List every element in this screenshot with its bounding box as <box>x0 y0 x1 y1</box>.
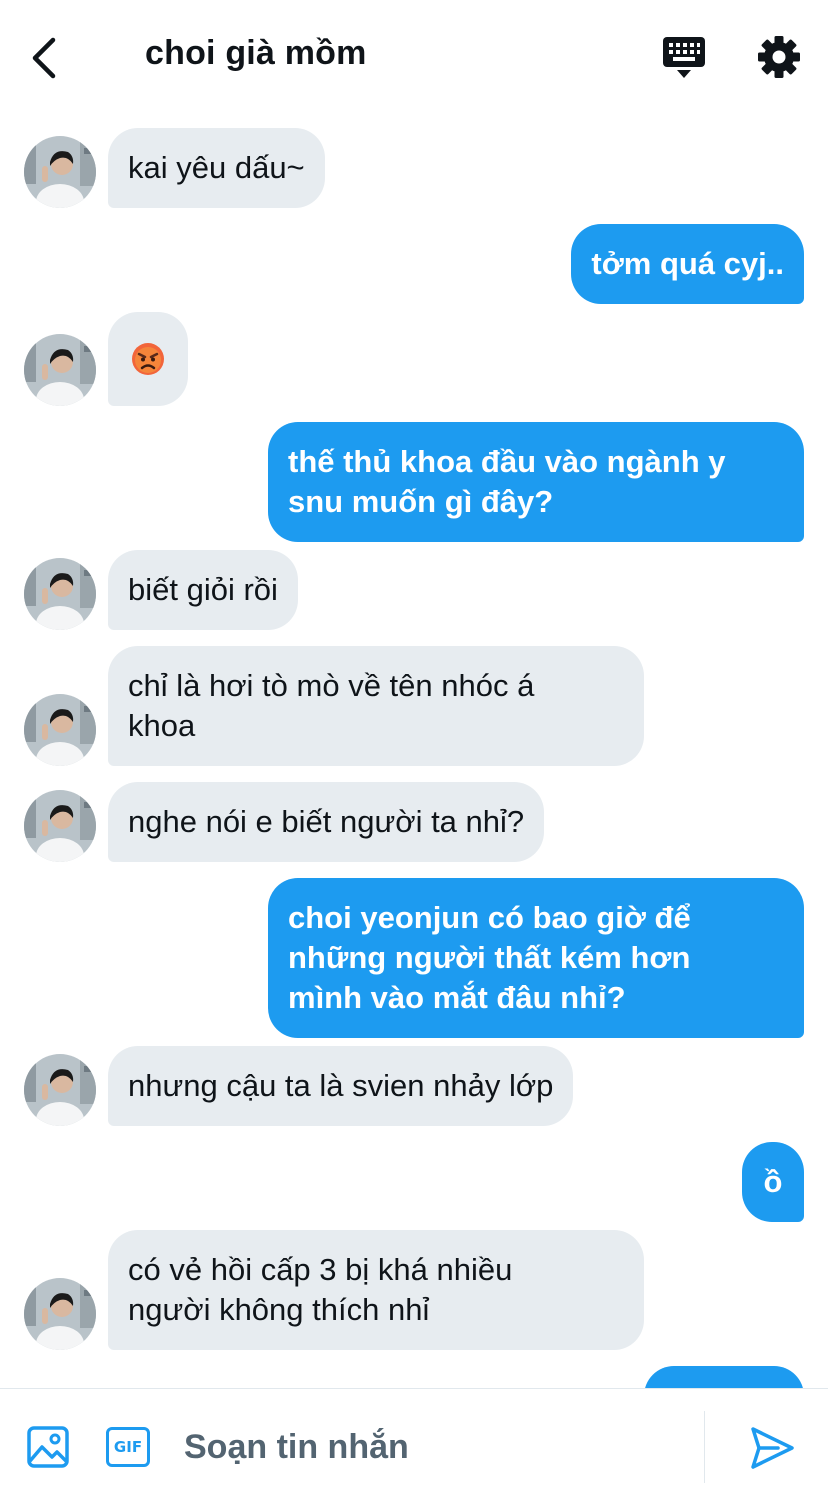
message-bubble[interactable]: nhưng cậu ta là svien nhảy lớp <box>108 1046 574 1126</box>
message-bubble[interactable]: có vẻ hồi cấp 3 bị khá nhiều người không… <box>108 1230 644 1350</box>
message-text: kai yêu dấu~ <box>128 150 305 185</box>
avatar-photo <box>24 558 96 630</box>
message-text-line: khoa <box>128 708 196 743</box>
message-text: nhưng cậu ta là svien nhảy lớp <box>128 1068 554 1103</box>
message-text-line: những người thất kém hơn <box>288 940 691 975</box>
message-text-line: snu muốn gì đây? <box>288 484 554 519</box>
message-text-line: người không thích nhỉ <box>128 1292 430 1327</box>
conversation-header: choi già mồm <box>0 0 828 112</box>
message-text-line: mình vào mắt đâu nhỉ? <box>288 980 626 1015</box>
conversation-title[interactable]: choi già mồm <box>145 34 367 73</box>
message-list[interactable]: kai yêu dấu~ tởm quá cyj.. thế thủ khoa … <box>0 112 828 1388</box>
keyboard-shortcuts-button[interactable] <box>660 34 708 80</box>
avatar-photo <box>24 1278 96 1350</box>
avatar[interactable] <box>24 334 96 406</box>
gif-icon: GIF <box>113 1438 143 1456</box>
back-button[interactable] <box>22 30 66 86</box>
avatar[interactable] <box>24 558 96 630</box>
message-bubble[interactable] <box>108 312 188 406</box>
message-text-line: có vẻ hồi cấp 3 bị khá nhiều <box>128 1252 513 1287</box>
message-text: ồ <box>763 1164 783 1199</box>
avatar-photo <box>24 1054 96 1126</box>
message-bubble[interactable]: choi yeonjun có bao giờ để những người t… <box>268 878 804 1038</box>
message-bubble[interactable]: ồ <box>742 1142 804 1222</box>
message-text: biết giỏi rồi <box>128 572 278 607</box>
message-bubble[interactable]: tởm quá cyj.. <box>571 224 804 304</box>
avatar[interactable] <box>24 136 96 208</box>
message-composer: GIF <box>0 1388 828 1487</box>
avatar-photo <box>24 136 96 208</box>
message-text-line: thế thủ khoa đầu vào ngành y <box>288 444 726 479</box>
keyboard-icon <box>663 37 705 78</box>
gear-icon <box>758 36 800 78</box>
message-bubble[interactable]: biết giỏi rồi <box>108 550 298 630</box>
message-bubble-partial[interactable] <box>644 1366 804 1388</box>
avatar[interactable] <box>24 694 96 766</box>
message-input[interactable] <box>184 1417 684 1477</box>
message-text-line: chỉ là hơi tò mò về tên nhóc á <box>128 668 535 703</box>
message-text: tởm quá cyj.. <box>591 246 784 281</box>
message-text: nghe nói e biết người ta nhỉ? <box>128 804 525 839</box>
message-bubble[interactable]: nghe nói e biết người ta nhỉ? <box>108 782 545 862</box>
message-bubble[interactable]: thế thủ khoa đầu vào ngành y snu muốn gì… <box>268 422 804 542</box>
message-bubble[interactable]: kai yêu dấu~ <box>108 128 325 208</box>
avatar-photo <box>24 334 96 406</box>
message-bubble[interactable]: chỉ là hơi tò mò về tên nhóc á khoa <box>108 646 644 766</box>
send-icon <box>751 1427 794 1469</box>
composer-divider <box>704 1411 705 1483</box>
avatar[interactable] <box>24 1278 96 1350</box>
avatar[interactable] <box>24 1054 96 1126</box>
message-text-line: choi yeonjun có bao giờ để <box>288 900 691 935</box>
settings-button[interactable] <box>756 34 802 80</box>
angry-emoji <box>131 342 165 376</box>
media-button[interactable] <box>26 1425 70 1469</box>
avatar[interactable] <box>24 790 96 862</box>
image-icon <box>27 1426 69 1468</box>
gif-button[interactable]: GIF <box>106 1427 150 1467</box>
chevron-left-icon <box>32 37 56 79</box>
avatar-photo <box>24 790 96 862</box>
avatar-photo <box>24 694 96 766</box>
send-button[interactable] <box>748 1425 796 1471</box>
